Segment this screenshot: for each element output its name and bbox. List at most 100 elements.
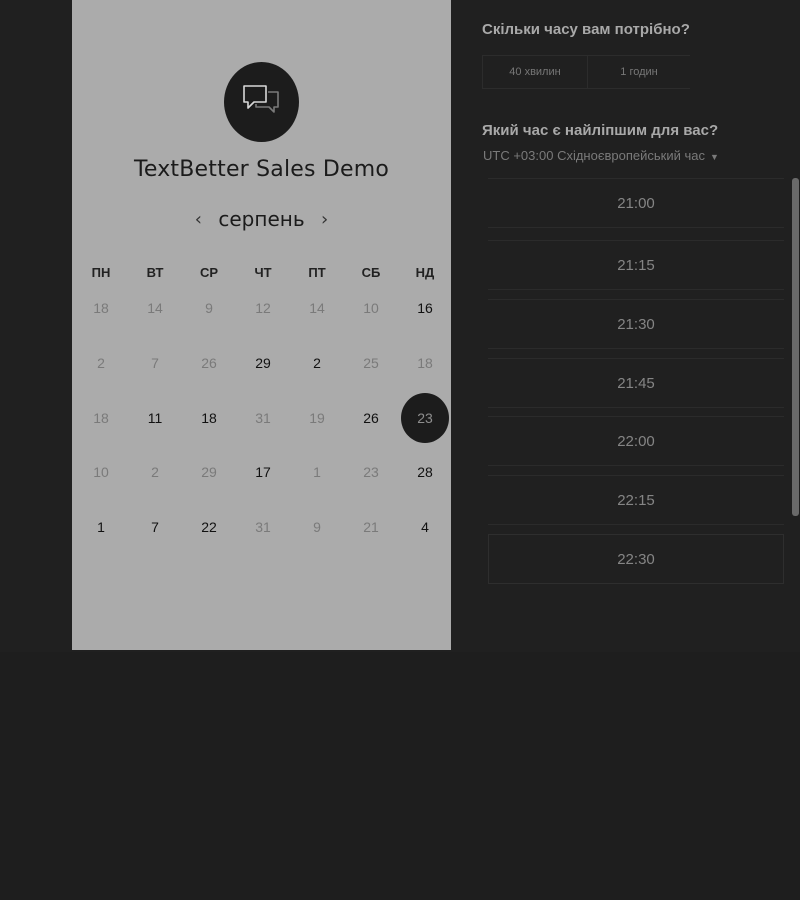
weekday-header: ПН ВТ СР ЧТ ПТ СБ НД — [74, 265, 452, 285]
chevron-right-icon[interactable]: › — [313, 209, 337, 230]
calendar-day: 19 — [290, 398, 344, 438]
calendar-day-label: 31 — [255, 410, 271, 426]
weekday-label: СР — [199, 265, 219, 280]
calendar-day: 29 — [182, 452, 236, 492]
calendar-day: 9 — [182, 288, 236, 328]
calendar-day-label: 18 — [417, 355, 433, 371]
weekday-label: ПТ — [308, 265, 326, 280]
calendar-week: 18 14 9 12 14 10 16 — [74, 288, 452, 328]
calendar-day-label: 21 — [363, 519, 379, 535]
duration-options: 40 хвилин 1 годин — [482, 55, 690, 89]
time-slot[interactable]: 22:30 — [488, 534, 784, 584]
weekday-label: ПН — [91, 265, 111, 280]
calendar-day: 21 — [344, 507, 398, 547]
calendar-day: 9 — [290, 507, 344, 547]
event-logo — [224, 62, 299, 142]
calendar-day-label: 26 — [201, 355, 217, 371]
calendar-day-label: 23 — [363, 464, 379, 480]
calendar-day-label: 18 — [93, 300, 109, 316]
calendar-day: 25 — [344, 343, 398, 383]
calendar-week: 18 11 18 31 19 26 23 — [74, 393, 452, 443]
calendar-day: 10 — [344, 288, 398, 328]
calendar-day-label: 19 — [309, 410, 325, 426]
calendar-day-label: 18 — [93, 410, 109, 426]
calendar-day[interactable]: 17 — [236, 452, 290, 492]
calendar-week: 1 7 22 31 9 21 4 — [74, 507, 452, 547]
duration-option-1hour[interactable]: 1 годин — [587, 56, 690, 88]
calendar-day[interactable]: 28 — [398, 452, 452, 492]
chevron-left-icon[interactable]: ‹ — [186, 209, 210, 230]
calendar-day: 31 — [236, 398, 290, 438]
time-slot[interactable]: 21:00 — [488, 178, 784, 228]
calendar-day-label: 29 — [255, 355, 271, 371]
calendar-day-label: 1 — [313, 464, 321, 480]
calendar-day: 26 — [182, 343, 236, 383]
calendar-day-label: 10 — [363, 300, 379, 316]
chat-bubbles-icon — [240, 82, 284, 123]
calendar-day: 14 — [290, 288, 344, 328]
calendar-day: 1 — [290, 452, 344, 492]
calendar-day: 10 — [74, 452, 128, 492]
timezone-select[interactable]: UTC +03:00 Східноєвропейський час ▼ — [483, 148, 719, 163]
month-label: серпень — [218, 207, 305, 231]
calendar-day-label: 9 — [313, 519, 321, 535]
calendar-day[interactable]: 22 — [182, 507, 236, 547]
weekday-label: СБ — [361, 265, 381, 280]
calendar-day-label: 4 — [421, 519, 429, 535]
scrollbar[interactable] — [792, 178, 799, 516]
calendar-day[interactable]: 1 — [74, 507, 128, 547]
calendar-day: 31 — [236, 507, 290, 547]
booking-panel: Скільки часу вам потрібно? 40 хвилин 1 г… — [451, 0, 800, 652]
calendar-day-label: 17 — [255, 464, 271, 480]
calendar-day-label: 31 — [255, 519, 271, 535]
calendar-day[interactable]: 18 — [182, 398, 236, 438]
time-slot[interactable]: 21:45 — [488, 358, 784, 408]
calendar-day[interactable]: 29 — [236, 343, 290, 383]
weekday-label: ВТ — [146, 265, 164, 280]
calendar-day: 7 — [128, 343, 182, 383]
calendar-day-selected[interactable]: 23 — [398, 393, 452, 443]
time-slot-list: 21:00 21:15 21:30 21:45 22:00 22:15 22:3… — [488, 178, 784, 598]
calendar-day: 2 — [74, 343, 128, 383]
duration-option-40min[interactable]: 40 хвилин — [482, 56, 587, 88]
calendar-day[interactable]: 11 — [128, 398, 182, 438]
calendar-day-label: 11 — [147, 410, 163, 426]
calendar-week: 2 7 26 29 2 25 18 — [74, 343, 452, 383]
calendar-day-label: 2 — [151, 464, 159, 480]
event-panel: TextBetter Sales Demo ‹ серпень › ПН ВТ … — [72, 0, 451, 650]
calendar-day[interactable]: 7 — [128, 507, 182, 547]
calendar-day-label: 26 — [363, 410, 379, 426]
calendar-day: 18 — [74, 398, 128, 438]
calendar-day[interactable]: 26 — [344, 398, 398, 438]
calendar-week: 10 2 29 17 1 23 28 — [74, 452, 452, 492]
calendar-day-label: 28 — [417, 464, 433, 480]
time-question: Який час є найліпшим для вас? — [482, 122, 719, 139]
calendar-day[interactable]: 16 — [398, 288, 452, 328]
calendar-day: 23 — [344, 452, 398, 492]
calendar-day-label: 25 — [363, 355, 379, 371]
calendar-day[interactable]: 4 — [398, 507, 452, 547]
calendar-day-label: 29 — [201, 464, 217, 480]
time-slot[interactable]: 22:15 — [488, 475, 784, 525]
calendar-day-label: 14 — [309, 300, 325, 316]
calendar-day-label: 2 — [313, 355, 321, 371]
duration-question: Скільки часу вам потрібно? — [482, 21, 690, 38]
calendar-day-label: 18 — [201, 410, 217, 426]
time-slot[interactable]: 21:30 — [488, 299, 784, 349]
calendar-day-label: 7 — [151, 355, 159, 371]
calendar-day-label: 16 — [417, 300, 433, 316]
time-slot[interactable]: 21:15 — [488, 240, 784, 290]
timezone-label: UTC +03:00 Східноєвропейський час — [483, 148, 705, 163]
calendar-day-label: 23 — [401, 393, 449, 443]
calendar-day: 2 — [128, 452, 182, 492]
calendar-day: 18 — [74, 288, 128, 328]
event-title: TextBetter Sales Demo — [133, 157, 390, 182]
calendar-day-label: 2 — [97, 355, 105, 371]
calendar-day[interactable]: 2 — [290, 343, 344, 383]
calendar-day-label: 1 — [97, 519, 105, 535]
calendar-day-label: 10 — [93, 464, 109, 480]
time-slot[interactable]: 22:00 — [488, 416, 784, 466]
calendar-day-label: 22 — [201, 519, 217, 535]
caret-down-icon: ▼ — [709, 151, 719, 162]
calendar-day-label: 12 — [255, 300, 271, 316]
